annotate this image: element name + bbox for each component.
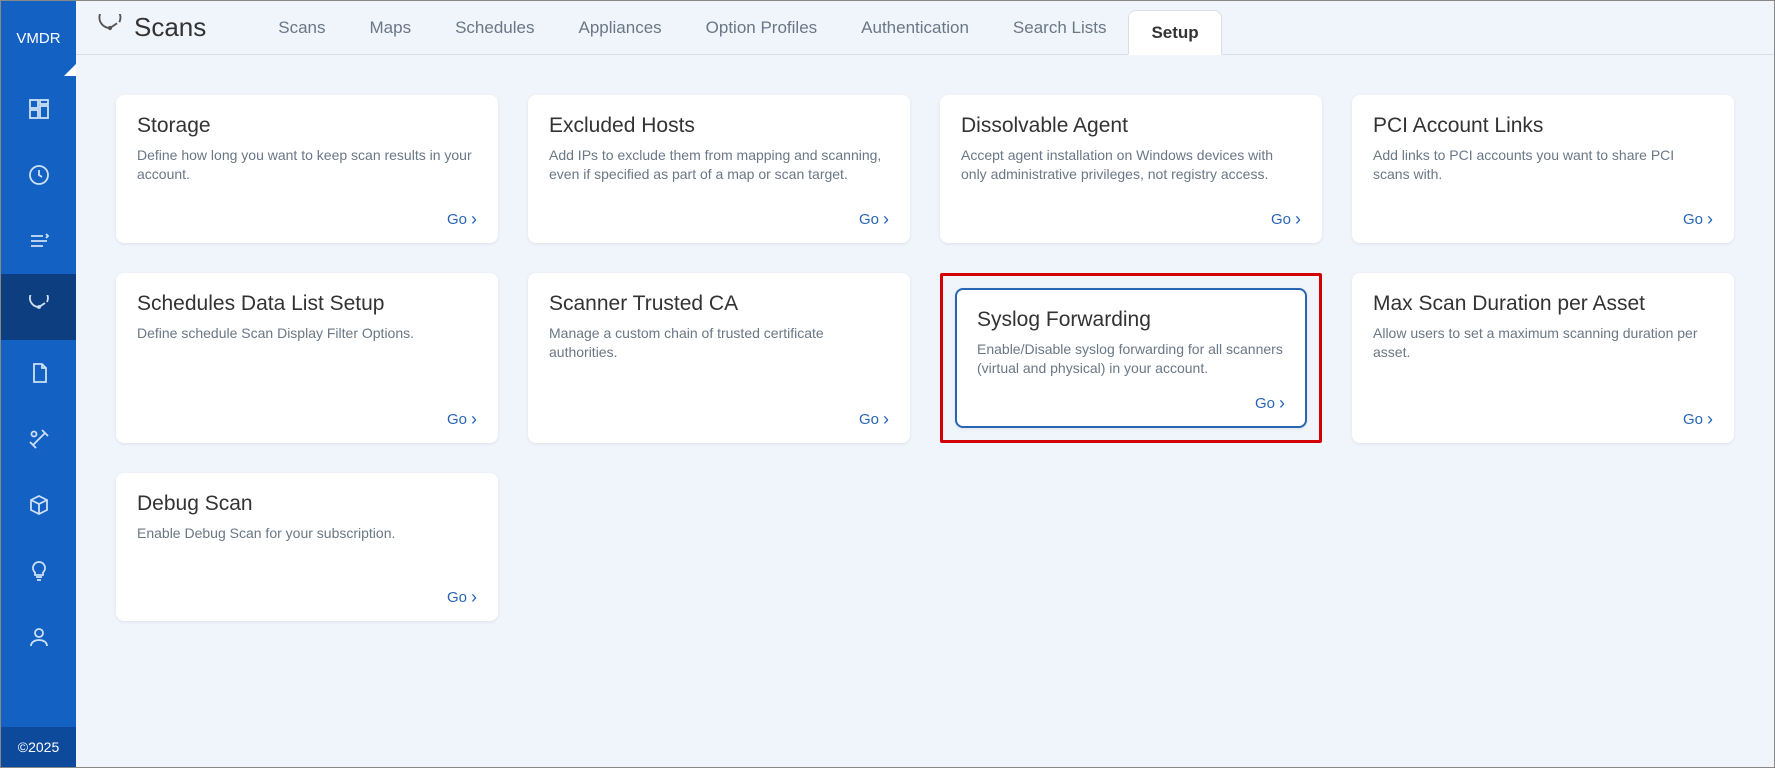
card-schedules-setup[interactable]: Schedules Data List Setup Define schedul…: [116, 273, 498, 443]
dashboard-icon: [27, 97, 51, 121]
chevron-right-icon: ›: [883, 210, 889, 228]
tools-icon: [27, 427, 51, 451]
sidebar-item-insights[interactable]: [1, 538, 76, 604]
tab-maps[interactable]: Maps: [348, 1, 434, 54]
chevron-right-icon: ›: [1279, 394, 1285, 412]
card-desc: Add links to PCI accounts you want to sh…: [1373, 146, 1713, 200]
card-desc: Define how long you want to keep scan re…: [137, 146, 477, 200]
chevron-right-icon: ›: [883, 410, 889, 428]
sidebar-item-prioritize[interactable]: [1, 208, 76, 274]
card-desc: Accept agent installation on Windows dev…: [961, 146, 1301, 200]
copyright: ©2025: [1, 727, 76, 767]
go-link[interactable]: Go›: [1683, 210, 1713, 228]
sidebar-item-tools[interactable]: [1, 406, 76, 472]
card-title: Schedules Data List Setup: [137, 292, 477, 316]
card-desc: Add IPs to exclude them from mapping and…: [549, 146, 889, 200]
list-icon: [27, 229, 51, 253]
card-storage[interactable]: Storage Define how long you want to keep…: [116, 95, 498, 243]
card-max-scan-duration[interactable]: Max Scan Duration per Asset Allow users …: [1352, 273, 1734, 443]
tab-setup[interactable]: Setup: [1128, 10, 1221, 55]
tab-schedules[interactable]: Schedules: [433, 1, 556, 54]
tab-search-lists[interactable]: Search Lists: [991, 1, 1129, 54]
sidebar-item-scans[interactable]: [1, 274, 76, 340]
main: Scans Scans Maps Schedules Appliances Op…: [76, 1, 1774, 767]
go-link[interactable]: Go›: [1683, 410, 1713, 428]
page-title: Scans: [134, 12, 206, 43]
clock-icon: [27, 163, 51, 187]
go-link[interactable]: Go›: [447, 410, 477, 428]
sidebar-item-assets[interactable]: [1, 472, 76, 538]
card-title: Excluded Hosts: [549, 114, 889, 138]
card-title: Syslog Forwarding: [977, 308, 1285, 332]
user-icon: [27, 625, 51, 649]
sidebar-item-activity[interactable]: [1, 142, 76, 208]
go-link[interactable]: Go›: [447, 210, 477, 228]
app-switcher[interactable]: VMDR: [1, 1, 76, 76]
sidebar-item-dashboard[interactable]: [1, 76, 76, 142]
radar-icon: [96, 14, 124, 42]
card-pci-account-links[interactable]: PCI Account Links Add links to PCI accou…: [1352, 95, 1734, 243]
sidebar-item-reports[interactable]: [1, 340, 76, 406]
go-link[interactable]: Go›: [859, 210, 889, 228]
app-label: VMDR: [16, 30, 60, 47]
card-title: Debug Scan: [137, 492, 477, 516]
bulb-icon: [27, 559, 51, 583]
card-title: Scanner Trusted CA: [549, 292, 889, 316]
sidebar: VMDR: [1, 1, 76, 767]
tab-scans[interactable]: Scans: [256, 1, 347, 54]
go-link[interactable]: Go›: [447, 588, 477, 606]
topbar: Scans Scans Maps Schedules Appliances Op…: [76, 1, 1774, 55]
card-title: PCI Account Links: [1373, 114, 1713, 138]
content: Storage Define how long you want to keep…: [76, 55, 1774, 767]
card-desc: Enable Debug Scan for your subscription.: [137, 524, 477, 578]
radar-icon: [27, 295, 51, 319]
card-syslog-forwarding-highlight: Syslog Forwarding Enable/Disable syslog …: [940, 273, 1322, 443]
go-link[interactable]: Go›: [1255, 394, 1285, 412]
card-title: Dissolvable Agent: [961, 114, 1301, 138]
tabs: Scans Maps Schedules Appliances Option P…: [256, 1, 1221, 54]
card-desc: Allow users to set a maximum scanning du…: [1373, 324, 1713, 400]
tab-authentication[interactable]: Authentication: [839, 1, 991, 54]
card-title: Max Scan Duration per Asset: [1373, 292, 1713, 316]
go-link[interactable]: Go›: [1271, 210, 1301, 228]
card-grid: Storage Define how long you want to keep…: [116, 95, 1734, 621]
chevron-right-icon: ›: [1707, 210, 1713, 228]
tab-appliances[interactable]: Appliances: [556, 1, 683, 54]
cube-icon: [27, 493, 51, 517]
card-desc: Enable/Disable syslog forwarding for all…: [977, 340, 1285, 384]
chevron-right-icon: ›: [471, 410, 477, 428]
sidebar-items: [1, 76, 76, 727]
tab-option-profiles[interactable]: Option Profiles: [684, 1, 840, 54]
chevron-right-icon: ›: [1295, 210, 1301, 228]
card-desc: Define schedule Scan Display Filter Opti…: [137, 324, 477, 400]
document-icon: [27, 361, 51, 385]
card-debug-scan[interactable]: Debug Scan Enable Debug Scan for your su…: [116, 473, 498, 621]
card-dissolvable-agent[interactable]: Dissolvable Agent Accept agent installat…: [940, 95, 1322, 243]
chevron-right-icon: ›: [1707, 410, 1713, 428]
card-syslog-forwarding[interactable]: Syslog Forwarding Enable/Disable syslog …: [955, 288, 1307, 428]
go-link[interactable]: Go›: [859, 410, 889, 428]
sidebar-item-user[interactable]: [1, 604, 76, 670]
chevron-right-icon: ›: [471, 588, 477, 606]
card-excluded-hosts[interactable]: Excluded Hosts Add IPs to exclude them f…: [528, 95, 910, 243]
card-title: Storage: [137, 114, 477, 138]
card-desc: Manage a custom chain of trusted certifi…: [549, 324, 889, 400]
chevron-right-icon: ›: [471, 210, 477, 228]
card-scanner-trusted-ca[interactable]: Scanner Trusted CA Manage a custom chain…: [528, 273, 910, 443]
